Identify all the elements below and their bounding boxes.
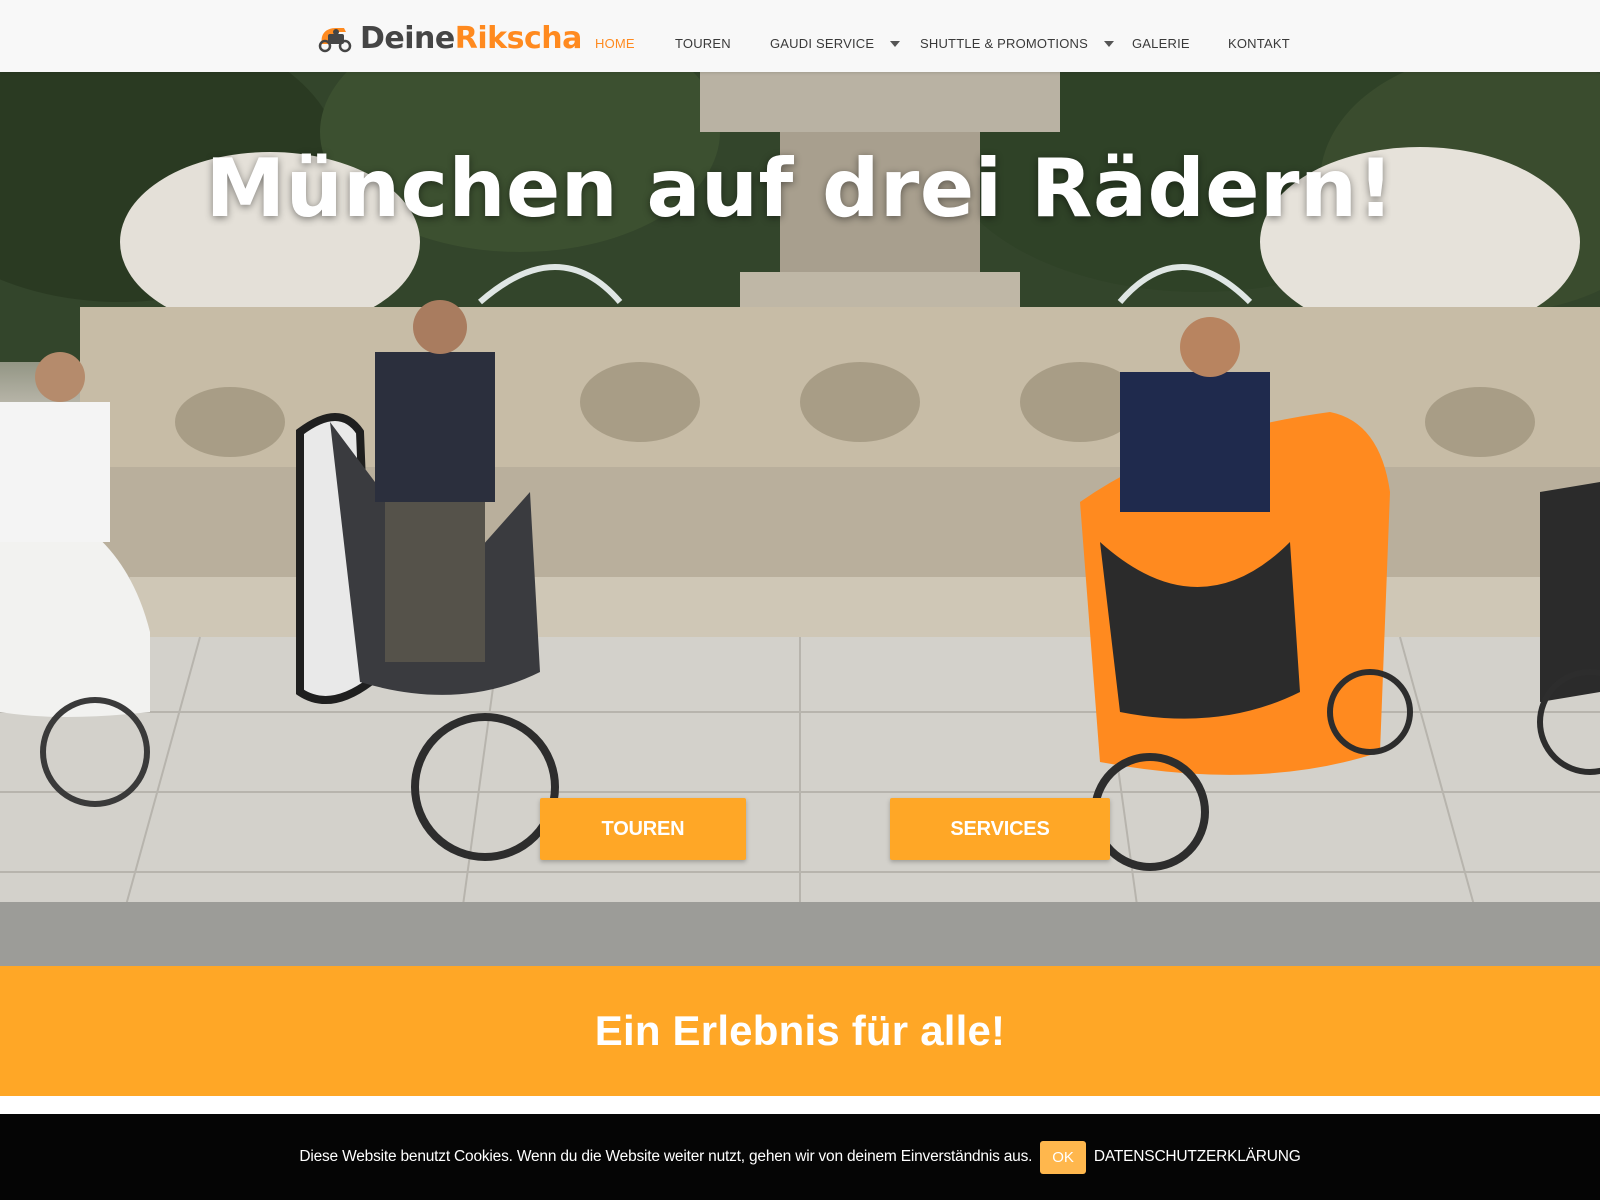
- nav-home[interactable]: HOME: [595, 36, 635, 51]
- chevron-down-icon: [890, 40, 901, 47]
- tagline-text: Ein Erlebnis für alle!: [594, 1007, 1006, 1054]
- cookie-banner: Diese Website benutzt Cookies. Wenn du d…: [0, 1114, 1600, 1200]
- tagline-band: Ein Erlebnis für alle!: [0, 966, 1600, 1096]
- nav-home-label: HOME: [595, 36, 635, 51]
- nav-gaudi-service-label: GAUDI SERVICE: [770, 36, 875, 51]
- nav-touren[interactable]: TOUREN: [675, 36, 731, 51]
- nav-shuttle-promotions[interactable]: SHUTTLE & PROMOTIONS: [920, 36, 1114, 51]
- nav-kontakt-label: KONTAKT: [1228, 36, 1290, 51]
- nav-touren-label: TOUREN: [675, 36, 731, 51]
- nav-galerie-label: GALERIE: [1132, 36, 1190, 51]
- nav-kontakt[interactable]: KONTAKT: [1228, 36, 1290, 51]
- privacy-policy-link[interactable]: DATENSCHUTZERKLÄRUNG: [1094, 1148, 1301, 1166]
- cookie-ok-button[interactable]: OK: [1040, 1140, 1086, 1174]
- main-nav: HOME TOUREN GAUDI SERVICE SHUTTLE & PROM…: [0, 0, 1600, 72]
- hero-title: München auf drei Rädern!: [205, 142, 1395, 235]
- services-button[interactable]: SERVICES: [890, 798, 1110, 860]
- nav-gaudi-service[interactable]: GAUDI SERVICE: [770, 36, 901, 51]
- site-header: DeineRikscha HOME TOUREN GAUDI SERVICE S…: [0, 0, 1600, 72]
- nav-shuttle-promotions-label: SHUTTLE & PROMOTIONS: [920, 36, 1088, 51]
- nav-galerie[interactable]: GALERIE: [1132, 36, 1190, 51]
- tours-button[interactable]: TOUREN: [540, 798, 746, 860]
- hero-section: München auf drei Rädern! TOUREN SERVICES: [0, 72, 1600, 966]
- chevron-down-icon: [1103, 40, 1114, 47]
- cookie-message: Diese Website benutzt Cookies. Wenn du d…: [299, 1148, 1033, 1165]
